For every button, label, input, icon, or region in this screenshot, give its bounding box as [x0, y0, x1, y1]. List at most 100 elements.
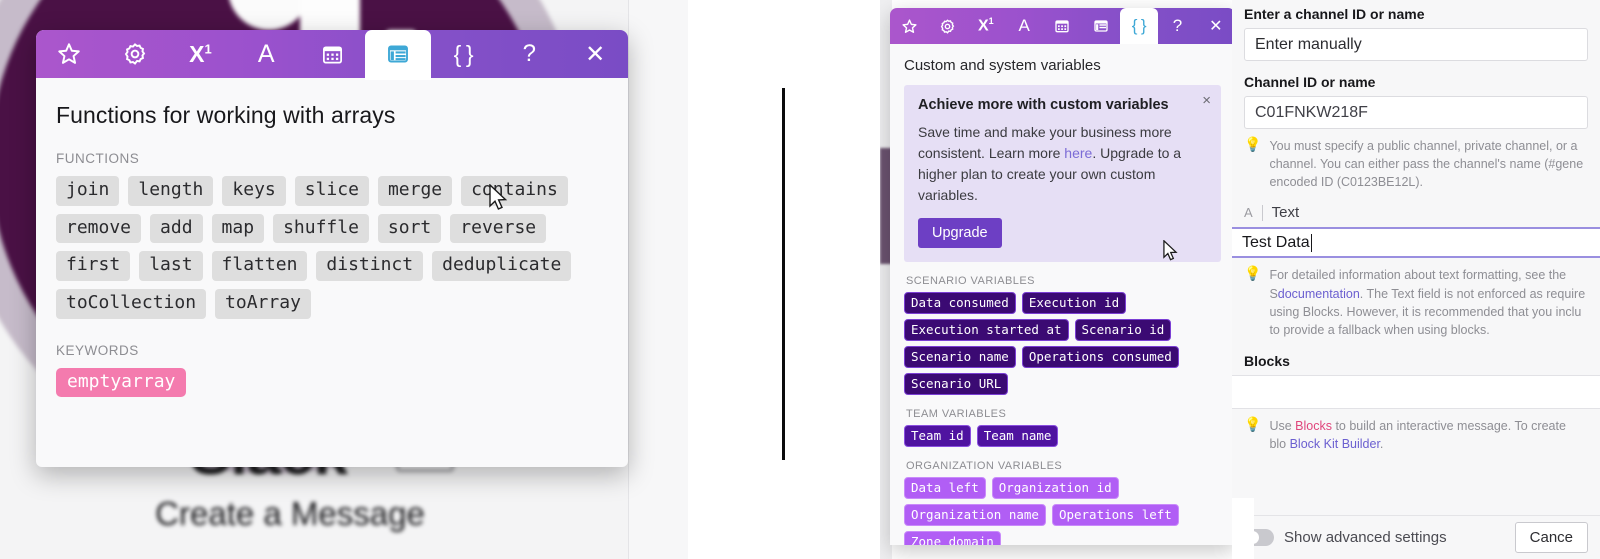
star-icon [902, 18, 917, 33]
block-kit-builder-link[interactable]: Block Kit Builder [1290, 437, 1380, 451]
close-icon: ✕ [1209, 18, 1223, 35]
tab-array-functions[interactable] [364, 30, 431, 80]
blocks-input[interactable] [1232, 374, 1600, 409]
right-form-footer-hints: 💡 Use Blocks to build an interactive mes… [1232, 409, 1600, 453]
variable-chip[interactable]: Execution started at [904, 319, 1069, 341]
blocks-link[interactable]: Blocks [1295, 419, 1332, 433]
organization-variables-label: ORGANIZATION VARIABLES [906, 460, 1063, 472]
tab-text-functions[interactable]: A [233, 30, 299, 78]
text-field-label: Text [1271, 204, 1300, 222]
advanced-settings-label: Show advanced settings [1284, 529, 1447, 546]
channel-id-hint-text: You must specify a public channel, priva… [1269, 139, 1584, 190]
variable-chip[interactable]: Team id [904, 425, 971, 447]
keywords-chip-list: emptyarray [56, 367, 608, 398]
question-mark-icon: ? [1172, 16, 1183, 35]
letter-a-icon: A [1018, 16, 1030, 35]
tab-variables[interactable]: { } [431, 30, 497, 78]
panel-overlap-cover [1232, 498, 1254, 559]
tab-general-functions[interactable] [928, 8, 966, 44]
variable-chip[interactable]: Operations consumed [1021, 346, 1179, 368]
function-chip[interactable]: keys [222, 176, 286, 206]
variable-chip[interactable]: Organization name [904, 504, 1046, 526]
function-chip[interactable]: remove [56, 213, 142, 244]
braces-icon: { } [1131, 16, 1147, 35]
function-chip[interactable]: reverse [450, 213, 547, 244]
function-chip[interactable]: contains [461, 176, 568, 206]
text-field-input[interactable]: Test Data [1232, 227, 1600, 259]
variable-chip[interactable]: Scenario name [904, 346, 1016, 368]
superscript-icon: X1 [189, 40, 212, 67]
function-chip[interactable]: slice [294, 176, 369, 206]
variable-chip[interactable]: Organization id [991, 477, 1119, 499]
middle-screen: X1 A { } ? ✕ Custom and system variables… [880, 0, 1238, 559]
tab-text-functions[interactable]: A [1005, 8, 1043, 44]
blocks-label: Blocks [1244, 352, 1290, 369]
variable-chip[interactable]: Data left [904, 477, 986, 499]
channel-id-input[interactable]: C01FNKW218F [1244, 96, 1588, 129]
functions-popup-body: Functions for working with arrays FUNCTI… [36, 78, 628, 398]
function-chip[interactable]: first [56, 251, 131, 282]
promo-close-icon[interactable]: × [1202, 93, 1211, 108]
keyword-chip[interactable]: emptyarray [56, 367, 187, 398]
tab-math-functions[interactable]: X1 [967, 8, 1005, 44]
function-chip[interactable]: toCollection [56, 289, 207, 319]
channel-mode-select[interactable]: Enter manually [1244, 28, 1588, 61]
function-chip[interactable]: add [150, 213, 203, 244]
variable-chip[interactable]: Zone domain [904, 531, 1001, 545]
function-chip[interactable]: last [139, 251, 203, 282]
variable-chip[interactable]: Scenario id [1074, 319, 1172, 341]
upgrade-button[interactable]: Upgrade [918, 218, 1002, 248]
mouse-cursor-middle [1163, 240, 1179, 262]
promo-here-link[interactable]: here [1064, 145, 1092, 161]
function-chip[interactable]: shuffle [273, 213, 369, 244]
tab-date-functions[interactable] [299, 30, 365, 78]
cancel-button[interactable]: Cance [1514, 522, 1588, 553]
lightbulb-icon: 💡 [1244, 136, 1262, 152]
text-field-value: Test Data [1242, 233, 1310, 251]
function-chip[interactable]: flatten [211, 251, 308, 282]
tab-date-functions[interactable] [1043, 8, 1081, 44]
function-chip[interactable]: map [211, 213, 265, 244]
tab-help[interactable]: ? [496, 30, 562, 78]
blocks-hint-text: Use Blocks to build an interactive messa… [1269, 417, 1586, 453]
functions-popup-toolbar: X1 A { } ? ✕ [36, 30, 628, 80]
table-icon [387, 45, 408, 63]
keywords-section-label: KEYWORDS [56, 342, 139, 358]
calendar-icon [322, 45, 342, 64]
letter-a-icon: A [257, 39, 275, 68]
function-chip[interactable]: deduplicate [432, 251, 572, 282]
tab-close[interactable]: ✕ [1197, 8, 1235, 44]
function-chip[interactable]: join [56, 176, 120, 206]
tab-general-functions[interactable] [102, 30, 168, 78]
variable-chip[interactable]: Team name [976, 425, 1059, 447]
left-screen-edge-strip [628, 0, 688, 559]
promo-title: Achieve more with custom variables [918, 97, 1169, 113]
slide-divider-line [782, 88, 785, 460]
tab-favorites[interactable] [890, 8, 928, 44]
team-variables-label: TEAM VARIABLES [906, 408, 1007, 420]
documentation-link[interactable]: documentation [1278, 287, 1360, 301]
function-chip[interactable]: length [128, 176, 214, 206]
variables-popup: X1 A { } ? ✕ Custom and system variables… [890, 8, 1235, 545]
custom-variables-promo: × Achieve more with custom variables Sav… [904, 85, 1221, 262]
function-chip[interactable]: sort [377, 213, 442, 244]
lightbulb-icon: 💡 [1244, 265, 1262, 282]
gear-icon [124, 43, 145, 65]
text-field-header: A Text [1244, 204, 1588, 221]
tab-variables[interactable]: { } [1119, 8, 1159, 44]
blocks-hint-part3: . [1379, 437, 1384, 451]
function-chip[interactable]: toArray [215, 289, 311, 319]
function-chip[interactable]: merge [377, 176, 453, 206]
tab-math-functions[interactable]: X1 [168, 30, 234, 78]
tab-favorites[interactable] [36, 30, 102, 78]
tab-array-functions[interactable] [1082, 8, 1120, 44]
tab-help[interactable]: ? [1158, 8, 1196, 44]
variable-chip[interactable]: Operations left [1051, 504, 1179, 526]
variable-chip[interactable]: Data consumed [904, 292, 1016, 314]
right-form-continued: 💡 For detailed information about text fo… [1232, 258, 1600, 375]
function-chip[interactable]: distinct [316, 251, 424, 282]
variable-chip[interactable]: Scenario URL [904, 373, 1009, 395]
star-icon [58, 43, 80, 64]
variable-chip[interactable]: Execution id [1021, 292, 1127, 314]
tab-close[interactable]: ✕ [562, 30, 628, 78]
